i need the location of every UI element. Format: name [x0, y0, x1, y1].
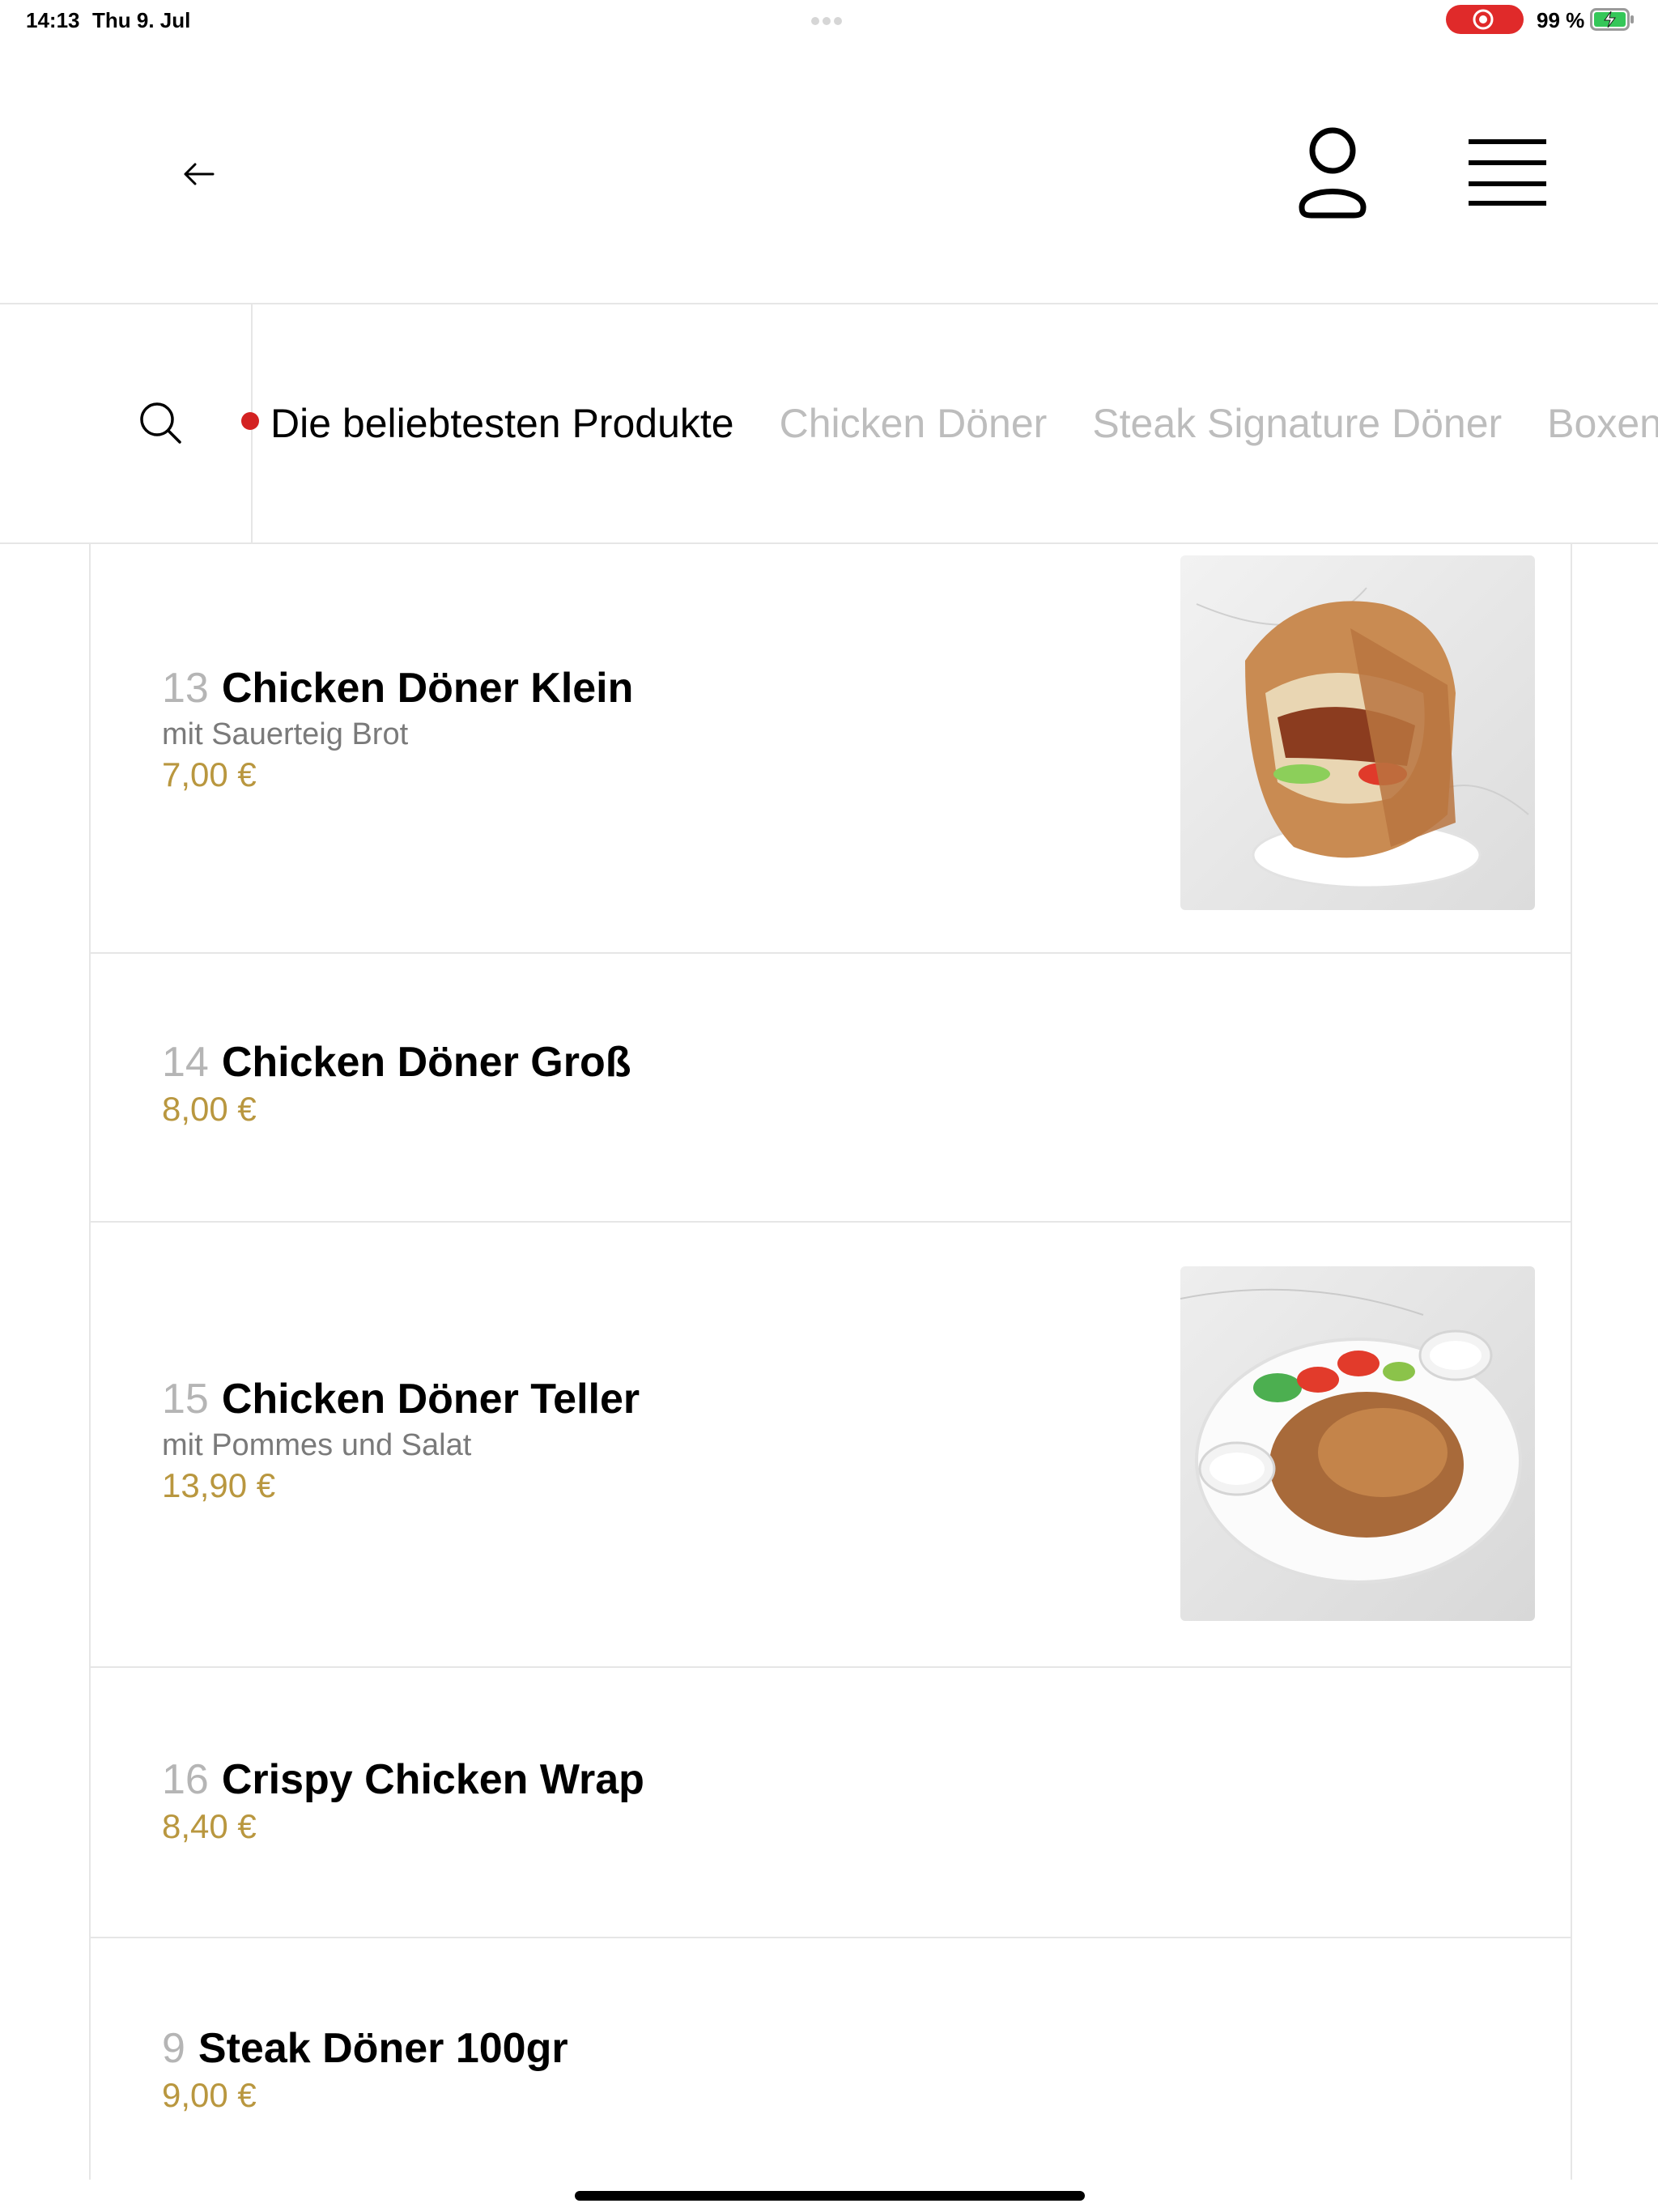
product-name: Chicken Döner Teller [221, 1376, 640, 1423]
multitasking-dots-icon[interactable] [811, 15, 847, 25]
menu-button[interactable] [1465, 136, 1550, 209]
product-text: 15 Chicken Döner Teller mit Pommes und Sa… [162, 1375, 640, 1505]
doner-sandwich-photo [1180, 555, 1535, 910]
top-header [0, 39, 1658, 304]
product-price: 13,90 € [162, 1466, 276, 1504]
status-bar: 14:13 Thu 9. Jul 99 % [0, 0, 1658, 39]
product-item[interactable]: 13 Chicken Döner Klein mit Sauerteig Brot… [91, 544, 1571, 954]
product-list: 13 Chicken Döner Klein mit Sauerteig Brot… [89, 544, 1572, 2180]
product-number: 14 [162, 1039, 209, 1086]
account-button[interactable] [1292, 123, 1373, 220]
status-time: 14:13 [26, 8, 80, 32]
tab-steak-signature-doner[interactable]: Steak Signature Döner [1092, 400, 1502, 447]
product-description: mit Pommes und Salat [162, 1428, 472, 1462]
product-item[interactable]: 16 Crispy Chicken Wrap 8,40 € [91, 1666, 1571, 1938]
category-tabs: Die beliebtesten Produkte Chicken Döner … [241, 304, 1658, 542]
product-item[interactable]: 14 Chicken Döner Groß 8,00 € [91, 952, 1571, 1223]
product-number: 13 [162, 665, 209, 712]
product-number: 16 [162, 1756, 209, 1803]
product-item[interactable]: 9 Steak Döner 100gr 9,00 € [91, 1937, 1571, 2180]
product-text: 9 Steak Döner 100gr 9,00 € [162, 2024, 568, 2115]
back-button[interactable] [176, 152, 220, 196]
search-button[interactable] [138, 400, 183, 445]
battery-charging-icon [1590, 8, 1634, 31]
product-price: 8,00 € [162, 1090, 257, 1128]
product-text: 14 Chicken Döner Groß 8,00 € [162, 1038, 631, 1129]
tab-chicken-doner[interactable]: Chicken Döner [780, 400, 1048, 447]
product-number: 15 [162, 1376, 209, 1423]
home-indicator[interactable] [575, 2191, 1085, 2201]
product-number: 9 [162, 2025, 185, 2072]
product-price: 8,40 € [162, 1807, 257, 1845]
product-name: Chicken Döner Klein [221, 665, 634, 712]
category-bar: Die beliebtesten Produkte Chicken Döner … [0, 304, 1658, 544]
tab-boxen[interactable]: Boxen [1547, 400, 1658, 447]
product-name: Steak Döner 100gr [198, 2025, 568, 2072]
record-icon [1473, 9, 1494, 30]
search-icon [140, 402, 181, 444]
doner-plate-photo [1180, 1266, 1535, 1621]
hamburger-menu-icon [1469, 139, 1546, 206]
product-description: mit Sauerteig Brot [162, 717, 409, 751]
product-name: Crispy Chicken Wrap [221, 1756, 644, 1803]
tab-popular-products[interactable]: Die beliebtesten Produkte [270, 400, 734, 447]
user-icon [1299, 127, 1367, 219]
product-name: Chicken Döner Groß [221, 1039, 631, 1086]
arrow-left-icon [184, 163, 215, 185]
product-text: 16 Crispy Chicken Wrap 8,40 € [162, 1755, 644, 1846]
status-date: Thu 9. Jul [92, 8, 191, 32]
product-text: 13 Chicken Döner Klein mit Sauerteig Brot… [162, 664, 633, 794]
product-item[interactable]: 15 Chicken Döner Teller mit Pommes und Sa… [91, 1221, 1571, 1668]
location-pin-icon [241, 407, 261, 440]
screen-recording-indicator[interactable] [1446, 5, 1524, 34]
search-cell [0, 304, 253, 542]
product-price: 7,00 € [162, 755, 257, 793]
product-price: 9,00 € [162, 2076, 257, 2114]
battery-percentage: 99 % [1537, 8, 1585, 32]
